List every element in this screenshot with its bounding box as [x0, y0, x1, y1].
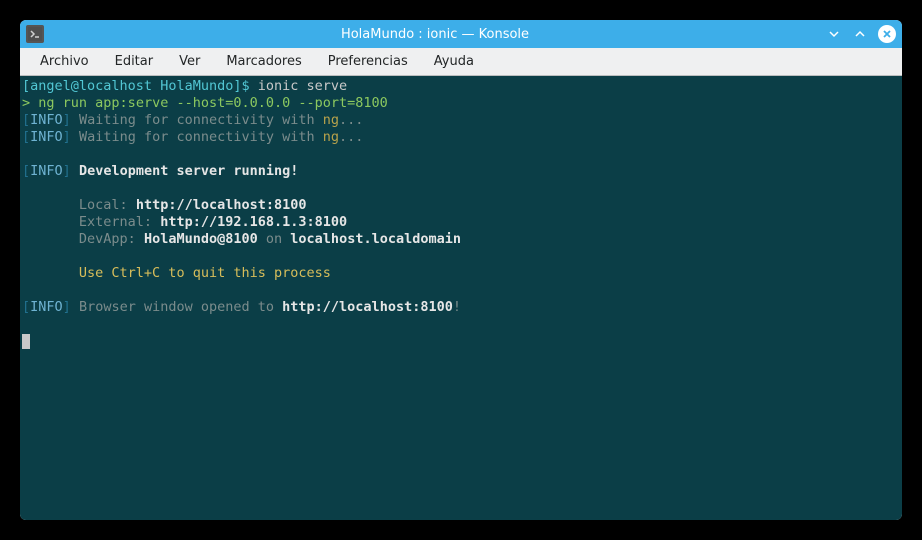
cursor [22, 334, 30, 349]
menu-marcadores[interactable]: Marcadores [214, 50, 313, 73]
menu-ver[interactable]: Ver [167, 50, 212, 73]
waiting-target: ng [323, 112, 339, 128]
prompt-user: angel@localhost [30, 78, 152, 94]
close-button[interactable] [878, 25, 896, 43]
browser-suffix: ! [453, 299, 461, 315]
prompt-dir: HolaMundo [160, 78, 233, 94]
window-controls [826, 25, 896, 43]
waiting-text: Waiting for connectivity with [79, 112, 315, 128]
titlebar[interactable]: HolaMundo : ionic — Konsole [20, 20, 902, 48]
external-url: http://192.168.1.3:8100 [160, 214, 347, 230]
waiting-target: ng [323, 129, 339, 145]
external-label: External: [79, 214, 152, 230]
browser-url: http://localhost:8100 [282, 299, 453, 315]
menu-editar[interactable]: Editar [103, 50, 166, 73]
info-label: INFO [30, 129, 63, 145]
terminal-output: [angel@localhost HolaMundo]$ ionic serve… [22, 78, 900, 350]
ng-prefix: > [22, 95, 30, 111]
waiting-suffix: ... [339, 129, 363, 145]
ng-line: ng run app:serve --host=0.0.0.0 --port=8… [38, 95, 388, 111]
typed-command: ionic serve [258, 78, 347, 94]
menu-ayuda[interactable]: Ayuda [422, 50, 486, 73]
terminal-area[interactable]: [angel@localhost HolaMundo]$ ionic serve… [20, 76, 902, 520]
maximize-button[interactable] [852, 26, 868, 42]
info-label: INFO [30, 163, 63, 179]
dev-server-running: Development server running! [79, 163, 298, 179]
devapp-host: localhost.localdomain [290, 231, 461, 247]
devapp-value: HolaMundo@8100 [144, 231, 258, 247]
app-icon [26, 25, 44, 43]
menubar: Archivo Editar Ver Marcadores Preferenci… [20, 48, 902, 76]
waiting-text: Waiting for connectivity with [79, 129, 315, 145]
local-label: Local: [79, 197, 128, 213]
minimize-button[interactable] [826, 26, 842, 42]
devapp-on: on [266, 231, 282, 247]
quit-text: Use Ctrl+C to quit this process [79, 265, 331, 281]
menu-archivo[interactable]: Archivo [28, 50, 101, 73]
waiting-suffix: ... [339, 112, 363, 128]
menu-preferencias[interactable]: Preferencias [316, 50, 420, 73]
window-title: HolaMundo : ionic — Konsole [50, 27, 820, 42]
local-url: http://localhost:8100 [136, 197, 307, 213]
info-label: INFO [30, 112, 63, 128]
browser-prefix: Browser window opened to [79, 299, 274, 315]
konsole-window: HolaMundo : ionic — Konsole Archivo Edit… [20, 20, 902, 520]
info-label: INFO [30, 299, 63, 315]
devapp-label: DevApp: [79, 231, 136, 247]
